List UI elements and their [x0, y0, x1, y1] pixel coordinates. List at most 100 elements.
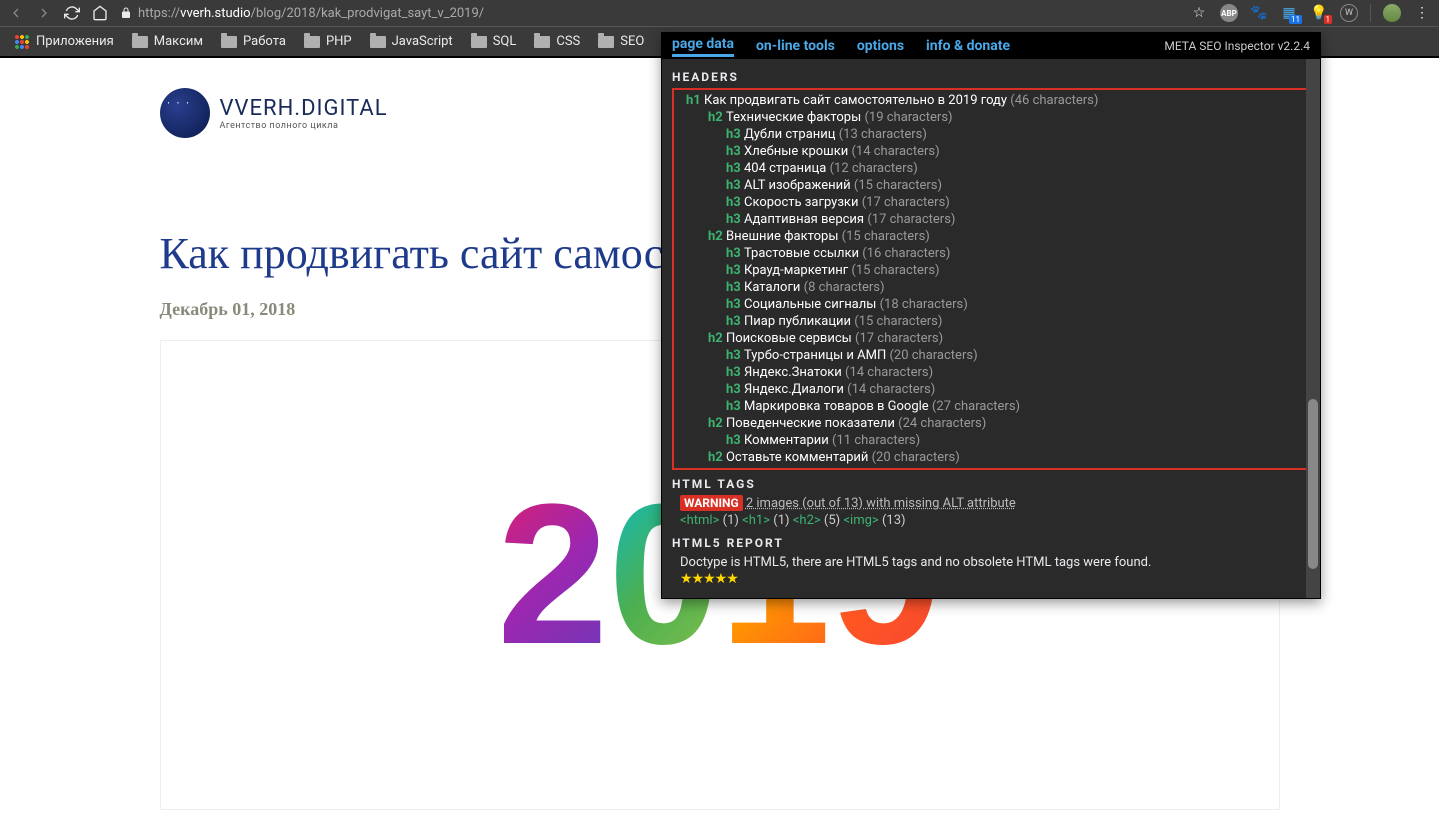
header-text: Скорость загрузки: [744, 195, 858, 210]
header-row: h2 Поисковые сервисы (17 characters): [678, 330, 1304, 347]
browser-toolbar: https://vverh.studio/blog/2018/kak_prodv…: [0, 0, 1439, 26]
folder-icon: [534, 36, 550, 48]
header-row: h3 Яндекс.Диалоги (14 characters): [678, 381, 1304, 398]
header-count: (20 characters): [889, 348, 977, 363]
header-text: Как продвигать сайт самостоятельно в 201…: [704, 93, 1007, 108]
bookmark-folder[interactable]: CSS: [528, 31, 586, 52]
header-count: (17 characters): [867, 212, 955, 227]
header-tag: h3: [726, 348, 741, 363]
header-text: Технические факторы: [726, 110, 861, 125]
header-tag: h3: [726, 280, 741, 295]
reload-button[interactable]: [64, 5, 80, 21]
header-tag: h1: [686, 93, 701, 108]
logo-sub: Агентство полного цикла: [220, 121, 388, 131]
logo-icon: [160, 88, 210, 138]
bookmark-folder[interactable]: SEO: [592, 31, 650, 52]
header-count: (14 characters): [845, 365, 933, 380]
header-row: h2 Оставьте комментарий (20 characters): [678, 449, 1304, 466]
star-icon[interactable]: ☆: [1190, 4, 1208, 22]
tab-options[interactable]: options: [857, 38, 904, 54]
header-text: Комментарии: [744, 433, 829, 448]
header-count: (27 characters): [932, 399, 1020, 414]
header-row: h3 Каталоги (8 characters): [678, 279, 1304, 296]
header-row: h1 Как продвигать сайт самостоятельно в …: [678, 92, 1304, 109]
menu-icon[interactable]: ⋮: [1413, 4, 1431, 22]
header-tag: h3: [726, 195, 741, 210]
header-count: (14 characters): [851, 144, 939, 159]
bookmark-label: Работа: [243, 34, 286, 49]
header-row: h3 Хлебные крошки (14 characters): [678, 143, 1304, 160]
header-count: (17 characters): [862, 195, 950, 210]
header-row: h3 Комментарии (11 characters): [678, 432, 1304, 449]
folder-icon: [304, 36, 320, 48]
header-row: h2 Внешние факторы (15 characters): [678, 228, 1304, 245]
scrollbar-thumb[interactable]: [1308, 399, 1318, 569]
bookmark-folder[interactable]: JavaScript: [364, 31, 459, 52]
abp-icon[interactable]: ABP: [1220, 4, 1238, 22]
site-logo[interactable]: VVERH.DIGITAL Агентство полного цикла: [160, 88, 388, 138]
profile-icon[interactable]: [1383, 4, 1401, 22]
header-row: h2 Поведенческие показатели (24 characte…: [678, 415, 1304, 432]
header-text: Каталоги: [744, 280, 800, 295]
header-count: (11 characters): [832, 433, 920, 448]
header-count: (15 characters): [842, 229, 930, 244]
header-count: (15 characters): [854, 314, 942, 329]
bookmark-label: Максим: [154, 34, 203, 49]
bookmark-label: SEO: [620, 34, 644, 49]
tag-count: (1): [773, 513, 789, 528]
ext-body: HEADERS h1 Как продвигать сайт самостоят…: [662, 59, 1320, 598]
header-count: (24 characters): [898, 416, 986, 431]
header-count: (14 characters): [847, 382, 935, 397]
header-text: Оставьте комментарий: [726, 450, 868, 465]
header-row: h3 Скорость загрузки (17 characters): [678, 194, 1304, 211]
tag-name: <html>: [680, 513, 719, 528]
ext3-icon[interactable]: W: [1340, 4, 1358, 22]
header-row: h3 Дубли страниц (13 characters): [678, 126, 1304, 143]
tab-page-data[interactable]: page data: [672, 36, 734, 57]
header-row: h3 Трастовые ссылки (16 characters): [678, 245, 1304, 262]
bookmark-label: JavaScript: [392, 34, 453, 49]
toolbar-extensions: ☆ ABP 🐾 ▦11 💡1 W ⋮: [1190, 4, 1431, 22]
header-text: Поведенческие показатели: [726, 416, 895, 431]
header-row: h3 404 страница (12 characters): [678, 160, 1304, 177]
ext-scrollbar[interactable]: [1306, 59, 1320, 598]
header-count: (15 characters): [851, 263, 939, 278]
header-text: Внешние факторы: [726, 229, 838, 244]
header-text: Крауд-маркетинг: [744, 263, 848, 278]
bookmark-folder[interactable]: Работа: [215, 31, 292, 52]
paw-icon[interactable]: 🐾: [1250, 4, 1268, 22]
url-text: https://vverh.studio/blog/2018/kak_prodv…: [138, 6, 484, 21]
header-text: Пиар публикации: [744, 314, 851, 329]
tag-name: <h1>: [742, 513, 770, 528]
ext-version: META SEO Inspector v2.2.4: [1164, 39, 1310, 53]
digit-2: 2: [497, 460, 608, 690]
bookmark-folder[interactable]: Максим: [126, 31, 209, 52]
divider: [1370, 4, 1371, 22]
logo-main: VVERH.DIGITAL: [220, 96, 388, 121]
bookmark-label: SQL: [493, 34, 517, 49]
tag-count: (13): [882, 513, 906, 528]
header-count: (20 characters): [872, 450, 960, 465]
address-bar[interactable]: https://vverh.studio/blog/2018/kak_prodv…: [120, 4, 1178, 23]
tab-online-tools[interactable]: on-line tools: [756, 38, 835, 54]
tab-info-donate[interactable]: info & donate: [926, 38, 1010, 54]
bookmark-folder[interactable]: PHP: [298, 31, 358, 52]
lock-icon: [120, 4, 132, 23]
tag-count: (1): [723, 513, 739, 528]
section-headers: HEADERS: [672, 69, 1310, 86]
warning-text[interactable]: 2 images (out of 13) with missing ALT at…: [746, 496, 1016, 511]
bookmark-label: PHP: [326, 34, 352, 49]
home-button[interactable]: [92, 5, 108, 21]
warning-row: WARNING 2 images (out of 13) with missin…: [672, 495, 1310, 512]
forward-button[interactable]: [36, 5, 52, 21]
header-tag: h3: [726, 212, 741, 227]
header-row: h3 Пиар публикации (15 characters): [678, 313, 1304, 330]
ext2-icon[interactable]: 💡1: [1310, 4, 1328, 22]
header-count: (46 characters): [1010, 93, 1098, 108]
back-button[interactable]: [8, 5, 24, 21]
ext1-icon[interactable]: ▦11: [1280, 4, 1298, 22]
bookmark-folder[interactable]: SQL: [465, 31, 523, 52]
header-text: Социальные сигналы: [744, 297, 876, 312]
apps-button[interactable]: Приложения: [8, 31, 120, 53]
tag-name: <h2>: [793, 513, 821, 528]
